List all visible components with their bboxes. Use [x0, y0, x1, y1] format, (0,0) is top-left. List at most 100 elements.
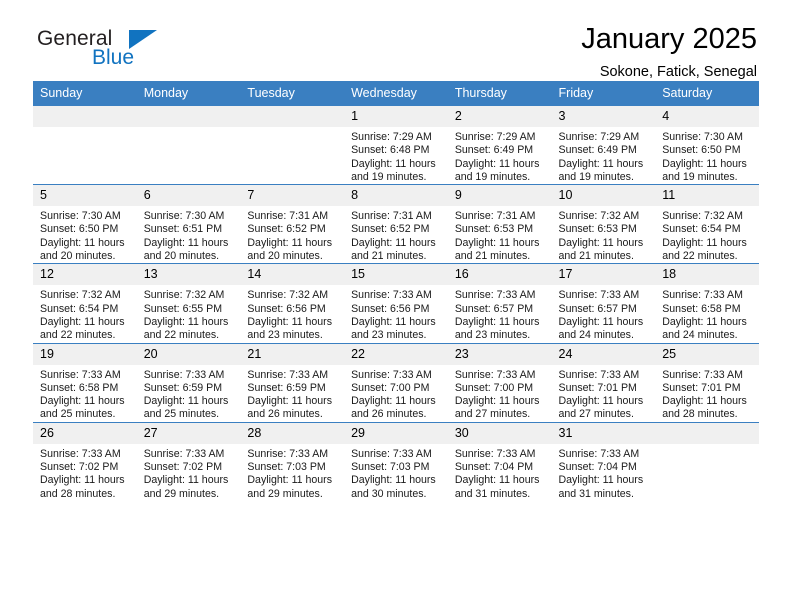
day-details: Sunrise: 7:30 AM Sunset: 6:50 PM Daylight:…: [655, 127, 759, 184]
daylight-text-line1: Daylight: 11 hours: [558, 315, 644, 328]
daylight-text-line2: and 31 minutes.: [454, 487, 531, 500]
sunset-text: Sunset: 7:02 PM: [40, 461, 119, 474]
sunrise-text: Sunrise: 7:33 AM: [143, 447, 225, 460]
general-blue-logo[interactable]: General Blue: [37, 26, 197, 74]
calendar-week-row: 5 Sunrise: 7:30 AM Sunset: 6:50 PM Daylight…: [33, 184, 759, 264]
daylight-text-line1: Daylight: 11 hours: [143, 236, 229, 249]
sunset-text: Sunset: 7:00 PM: [454, 381, 534, 394]
day-details: Sunrise: 7:31 AM Sunset: 6:53 PM Daylight:…: [448, 206, 552, 263]
weekday-header-sunday: Sunday: [33, 81, 137, 106]
sunset-text: Sunset: 6:53 PM: [454, 223, 534, 236]
sunset-text: Sunset: 6:52 PM: [247, 223, 326, 236]
calendar-day-cell[interactable]: 27 Sunrise: 7:33 AM Sunset: 7:02 PM Dayligh…: [136, 421, 241, 501]
calendar-day-cell[interactable]: 31 Sunrise: 7:33 AM Sunset: 7:04 PM Dayligh…: [551, 421, 656, 501]
day-number: [655, 422, 759, 444]
sunrise-text: Sunrise: 7:31 AM: [247, 210, 329, 223]
calendar-day-cell[interactable]: 3 Sunrise: 7:29 AM Sunset: 6:49 PM Daylight…: [551, 104, 656, 185]
daylight-text-line1: Daylight: 11 hours: [247, 236, 333, 249]
calendar-day-cell[interactable]: 10 Sunrise: 7:32 AM Sunset: 6:53 PM Dayligh…: [551, 184, 656, 264]
sunrise-text: Sunrise: 7:31 AM: [351, 210, 432, 223]
sunset-text: Sunset: 7:03 PM: [247, 461, 326, 474]
sunrise-text: Sunrise: 7:33 AM: [454, 368, 536, 381]
daylight-text-line2: and 22 minutes.: [143, 329, 220, 342]
day-number: 17: [551, 264, 656, 286]
sunset-text: Sunset: 7:03 PM: [351, 461, 430, 474]
daylight-text-line2: and 28 minutes.: [662, 408, 738, 421]
sunrise-text: Sunrise: 7:33 AM: [454, 289, 536, 302]
calendar-day-cell[interactable]: 20 Sunrise: 7:33 AM Sunset: 6:59 PM Dayligh…: [136, 342, 241, 423]
calendar-day-cell[interactable]: 29 Sunrise: 7:33 AM Sunset: 7:03 PM Dayligh…: [344, 421, 448, 501]
day-details: Sunrise: 7:33 AM Sunset: 7:02 PM Daylight:…: [137, 444, 241, 501]
sunset-text: Sunset: 6:58 PM: [662, 302, 741, 315]
day-number: 25: [655, 343, 759, 365]
calendar-day-cell[interactable]: 6 Sunrise: 7:30 AM Sunset: 6:51 PM Daylight…: [136, 184, 241, 264]
sunrise-text: Sunrise: 7:29 AM: [558, 131, 640, 143]
daylight-text-line2: and 20 minutes.: [247, 250, 323, 263]
day-details: Sunrise: 7:32 AM Sunset: 6:56 PM Daylight:…: [240, 285, 344, 342]
location-subtitle: Sokone, Fatick, Senegal: [599, 64, 757, 80]
daylight-text-line1: Daylight: 11 hours: [662, 236, 747, 249]
calendar-day-cell[interactable]: 7 Sunrise: 7:31 AM Sunset: 6:52 PM Daylight…: [240, 184, 345, 264]
calendar-day-cell[interactable]: 9 Sunrise: 7:31 AM Sunset: 6:53 PM Daylight…: [447, 184, 552, 264]
calendar-day-cell[interactable]: 19 Sunrise: 7:33 AM Sunset: 6:58 PM Dayligh…: [33, 342, 137, 423]
daylight-text-line1: Daylight: 11 hours: [40, 395, 125, 408]
calendar-day-cell[interactable]: 4 Sunrise: 7:30 AM Sunset: 6:50 PM Daylight…: [655, 104, 759, 185]
calendar-day-cell[interactable]: 21 Sunrise: 7:33 AM Sunset: 6:59 PM Dayligh…: [240, 342, 345, 423]
daylight-text-line2: and 27 minutes.: [454, 408, 531, 421]
sunset-text: Sunset: 7:00 PM: [351, 381, 430, 394]
calendar-day-cell[interactable]: 2 Sunrise: 7:29 AM Sunset: 6:49 PM Daylight…: [447, 104, 552, 185]
calendar-day-cell[interactable]: 28 Sunrise: 7:33 AM Sunset: 7:03 PM Dayligh…: [240, 421, 345, 501]
sunrise-text: Sunrise: 7:32 AM: [40, 289, 121, 302]
calendar-day-cell[interactable]: 24 Sunrise: 7:33 AM Sunset: 7:01 PM Dayligh…: [551, 342, 656, 423]
daylight-text-line2: and 25 minutes.: [143, 408, 220, 421]
calendar-day-cell[interactable]: 16 Sunrise: 7:33 AM Sunset: 6:57 PM Dayligh…: [447, 263, 552, 344]
calendar-cell-empty: [136, 104, 241, 185]
calendar-day-cell[interactable]: 15 Sunrise: 7:33 AM Sunset: 6:56 PM Dayligh…: [344, 263, 448, 344]
calendar-day-cell[interactable]: 1 Sunrise: 7:29 AM Sunset: 6:48 PM Daylight…: [344, 104, 448, 185]
calendar-day-cell[interactable]: 8 Sunrise: 7:31 AM Sunset: 6:52 PM Daylight…: [344, 184, 448, 264]
sunset-text: Sunset: 6:52 PM: [351, 223, 430, 236]
daylight-text-line2: and 23 minutes.: [351, 329, 427, 342]
daylight-text-line1: Daylight: 11 hours: [40, 315, 125, 328]
daylight-text-line2: and 25 minutes.: [40, 408, 116, 421]
calendar-day-cell[interactable]: 12 Sunrise: 7:32 AM Sunset: 6:54 PM Dayligh…: [33, 263, 137, 344]
calendar-cell-empty: [655, 421, 759, 501]
day-details: Sunrise: 7:32 AM Sunset: 6:53 PM Daylight:…: [552, 206, 656, 263]
day-details: Sunrise: 7:30 AM Sunset: 6:50 PM Daylight:…: [33, 206, 137, 263]
weekday-header-tuesday: Tuesday: [240, 81, 345, 106]
calendar-day-cell[interactable]: 11 Sunrise: 7:32 AM Sunset: 6:54 PM Dayligh…: [655, 184, 759, 264]
day-number: 21: [240, 343, 345, 365]
daylight-text-line1: Daylight: 11 hours: [247, 395, 333, 408]
day-number: 11: [655, 185, 759, 207]
daylight-text-line2: and 21 minutes.: [351, 250, 427, 263]
daylight-text-line1: Daylight: 11 hours: [143, 474, 229, 487]
day-details: Sunrise: 7:33 AM Sunset: 7:03 PM Daylight:…: [344, 444, 448, 501]
sunset-text: Sunset: 6:54 PM: [40, 302, 119, 315]
calendar-cell-empty: [33, 104, 137, 185]
day-number: [33, 106, 137, 127]
sunrise-text: Sunrise: 7:33 AM: [662, 368, 743, 381]
day-number: 4: [655, 106, 759, 127]
daylight-text-line2: and 29 minutes.: [143, 487, 220, 500]
day-details: Sunrise: 7:33 AM Sunset: 6:58 PM Daylight:…: [655, 285, 759, 342]
sunrise-text: Sunrise: 7:33 AM: [40, 447, 121, 460]
calendar-week-row: 1 Sunrise: 7:29 AM Sunset: 6:48 PM Daylight…: [33, 104, 759, 185]
calendar-day-cell[interactable]: 14 Sunrise: 7:32 AM Sunset: 6:56 PM Dayligh…: [240, 263, 345, 344]
calendar-day-cell[interactable]: 17 Sunrise: 7:33 AM Sunset: 6:57 PM Dayligh…: [551, 263, 656, 344]
day-details: Sunrise: 7:32 AM Sunset: 6:54 PM Daylight:…: [33, 285, 137, 342]
calendar-day-cell[interactable]: 25 Sunrise: 7:33 AM Sunset: 7:01 PM Dayligh…: [655, 342, 759, 423]
calendar-day-cell[interactable]: 30 Sunrise: 7:33 AM Sunset: 7:04 PM Dayligh…: [447, 421, 552, 501]
daylight-text-line2: and 24 minutes.: [662, 329, 738, 342]
daylight-text-line2: and 28 minutes.: [40, 487, 116, 500]
daylight-text-line2: and 30 minutes.: [351, 487, 427, 500]
calendar-day-cell[interactable]: 23 Sunrise: 7:33 AM Sunset: 7:00 PM Dayligh…: [447, 342, 552, 423]
calendar-day-cell[interactable]: 26 Sunrise: 7:33 AM Sunset: 7:02 PM Dayligh…: [33, 421, 137, 501]
sunrise-text: Sunrise: 7:30 AM: [143, 210, 225, 223]
daylight-text-line2: and 29 minutes.: [247, 487, 323, 500]
calendar-day-cell[interactable]: 5 Sunrise: 7:30 AM Sunset: 6:50 PM Daylight…: [33, 184, 137, 264]
calendar-day-cell[interactable]: 18 Sunrise: 7:33 AM Sunset: 6:58 PM Dayligh…: [655, 263, 759, 344]
daylight-text-line1: Daylight: 11 hours: [558, 236, 644, 249]
calendar-day-cell[interactable]: 22 Sunrise: 7:33 AM Sunset: 7:00 PM Dayligh…: [344, 342, 448, 423]
calendar-day-cell[interactable]: 13 Sunrise: 7:32 AM Sunset: 6:55 PM Dayligh…: [136, 263, 241, 344]
weekday-header-saturday: Saturday: [655, 81, 759, 106]
